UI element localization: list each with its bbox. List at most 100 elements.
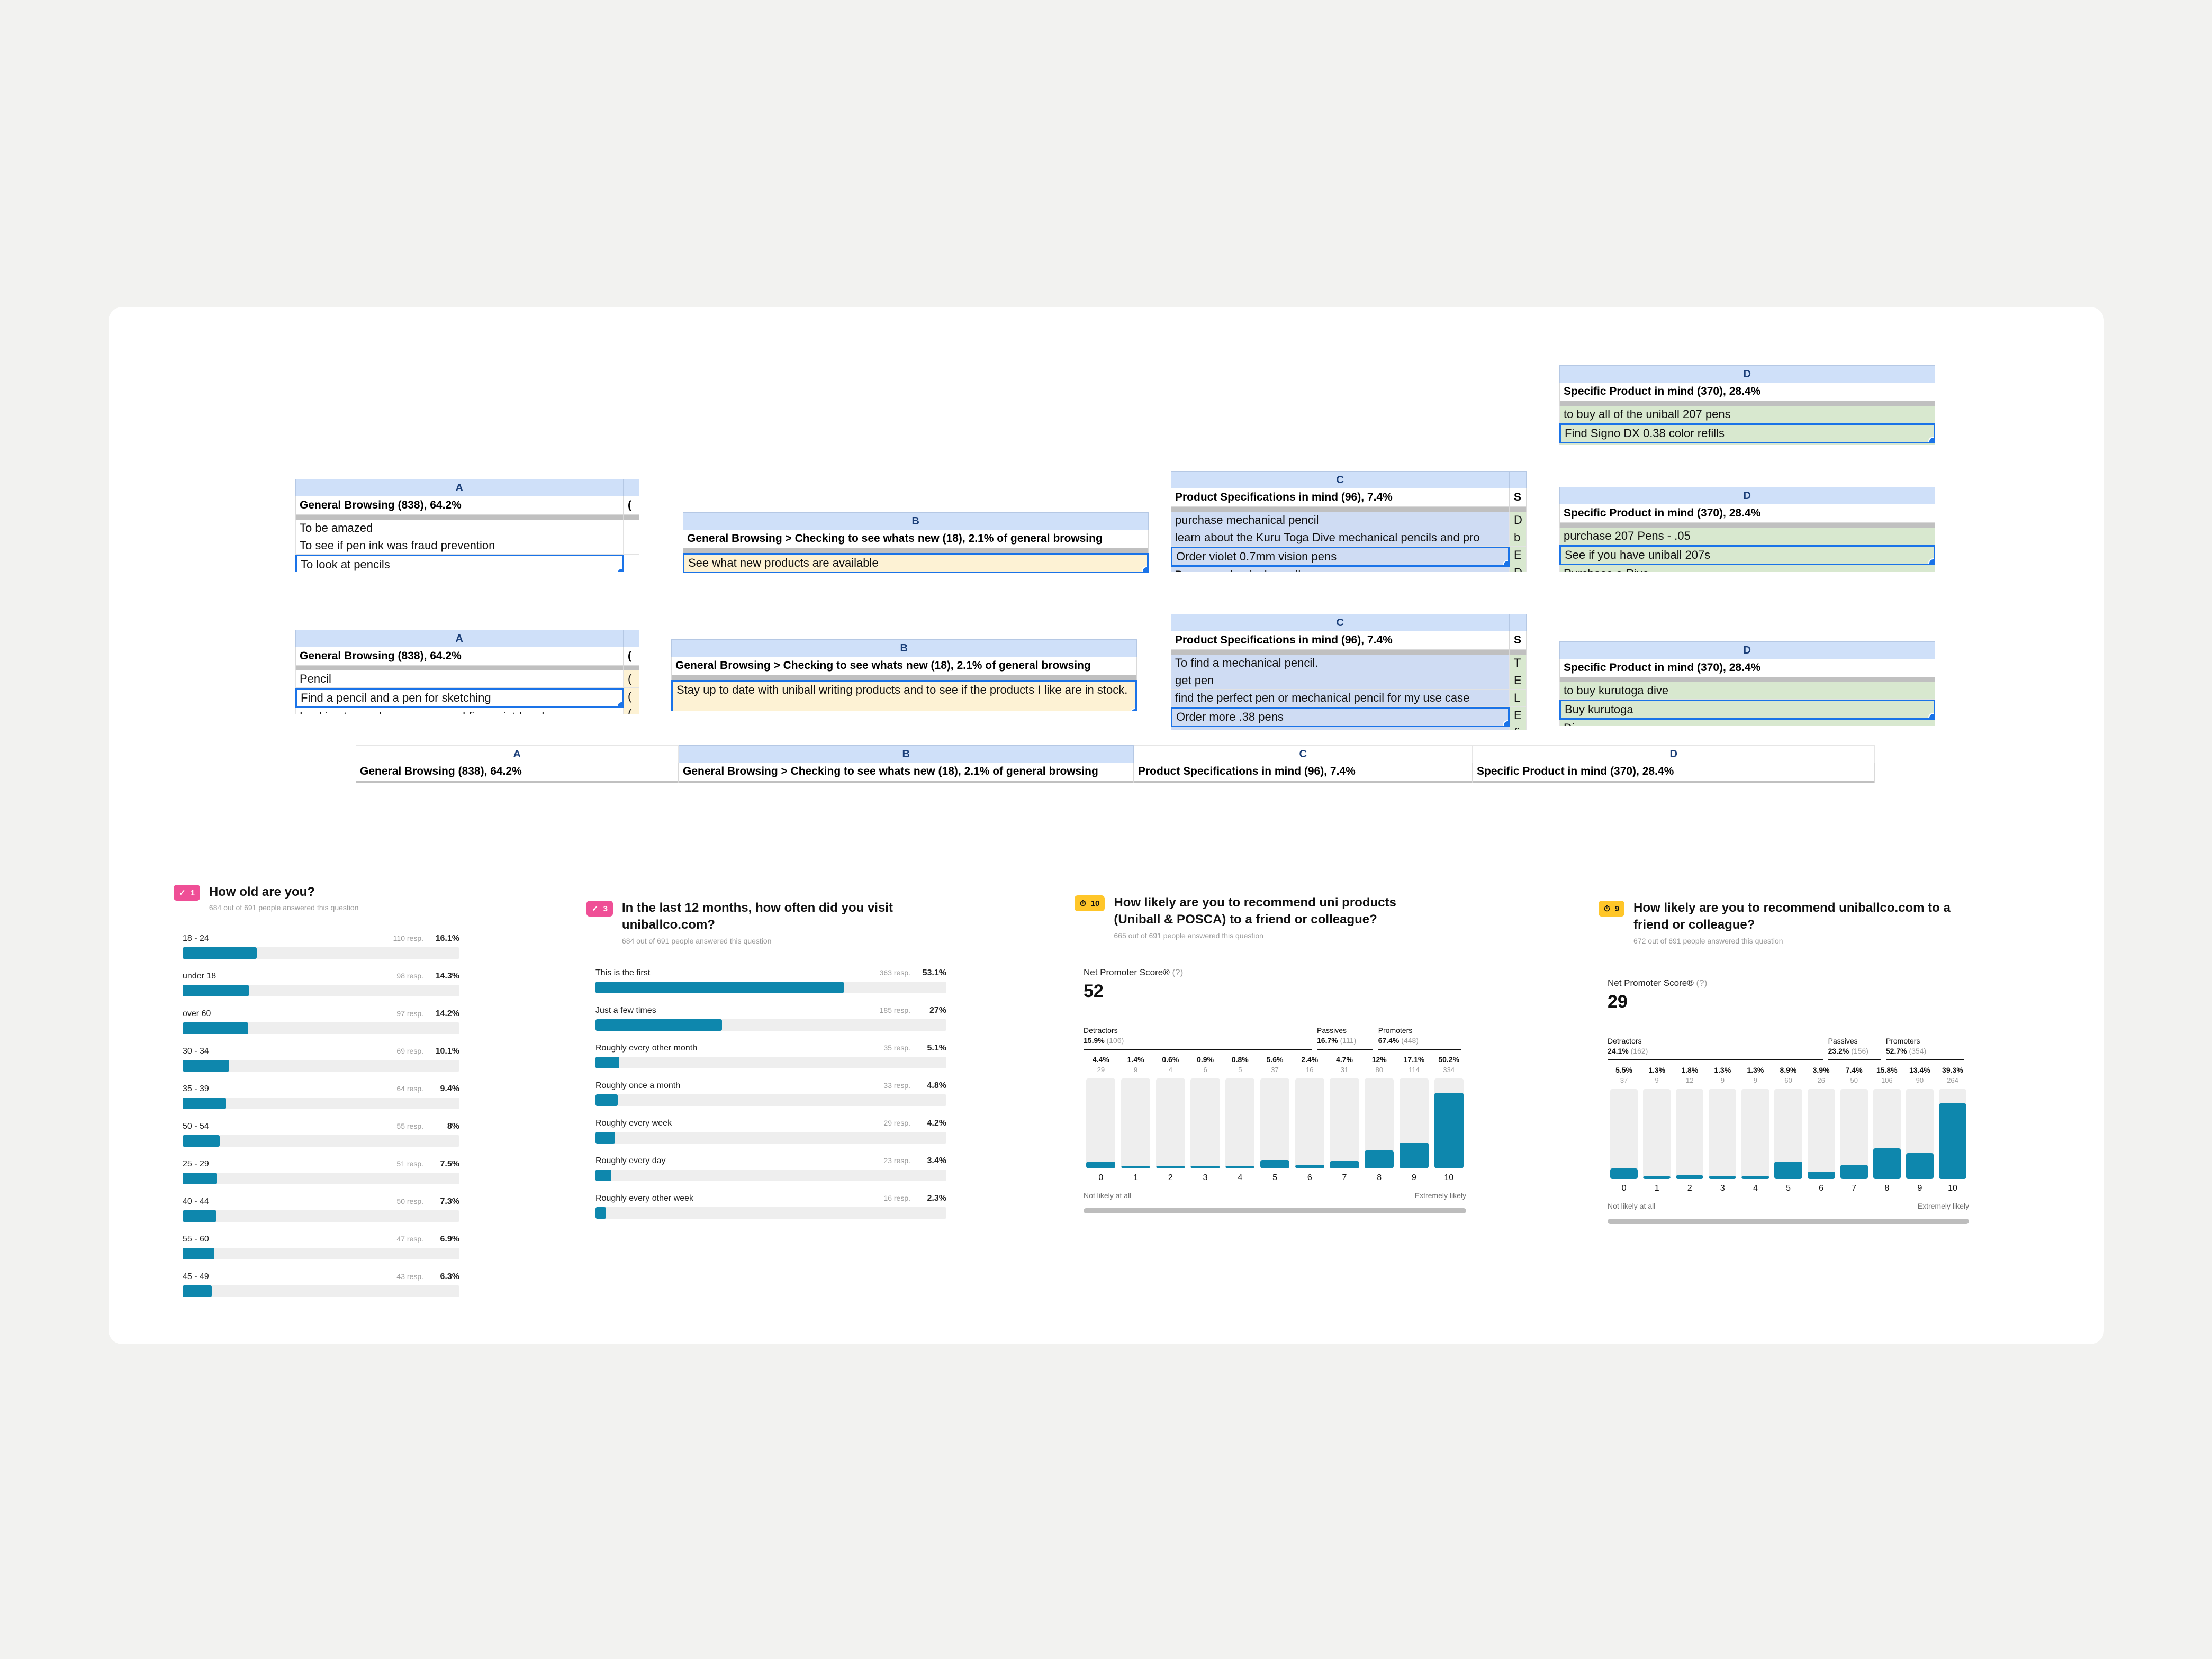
nps-column-fill — [1121, 1166, 1151, 1168]
sheet-cell-selected[interactable]: To look at pencils — [295, 555, 624, 572]
sheet-cell[interactable]: purchase 207 Pens - .05 — [1559, 528, 1935, 545]
nps-column[interactable]: 1.4% 9 1 — [1118, 1055, 1153, 1183]
sheet-cell-selected[interactable]: Buy kurutoga — [1559, 700, 1935, 720]
bar-track — [183, 1135, 459, 1147]
sheet-column-header-bleed — [624, 479, 639, 496]
sheet-title-row: Specific Product in mind (370), 28.4% — [1559, 504, 1935, 523]
sheet-column-header: C — [1134, 745, 1473, 763]
bar-track — [183, 1060, 459, 1072]
nps-column[interactable]: 1.3% 9 4 — [1739, 1066, 1772, 1193]
nps-column[interactable]: 1.3% 9 3 — [1706, 1066, 1739, 1193]
nps-bar-chart: 4.4% 29 0 1.4% 9 1 0.6% 4 2 0.9% 6 3 0.8% 5 4 5.6% 37 5 2.… — [1084, 1055, 1466, 1183]
sheet-card-a-2[interactable]: A General Browsing (838), 64.2% Pencil F… — [295, 630, 624, 714]
sheet-sliver-d[interactable]: D Specific Product in mind (370), 28.4% … — [1473, 745, 1875, 783]
nps-column-track — [1260, 1078, 1290, 1168]
nps-column-fill — [1365, 1150, 1394, 1168]
nps-column[interactable]: 15.8% 106 8 — [1871, 1066, 1903, 1193]
sheet-cell[interactable]: Purchase a Dive — [1559, 565, 1935, 572]
nps-help-icon[interactable]: (?) — [1696, 978, 1707, 988]
nps-column[interactable]: 0.6% 4 2 — [1153, 1055, 1188, 1183]
nps-column[interactable]: 39.3% 264 10 — [1936, 1066, 1969, 1193]
sheet-sliver-a[interactable]: A General Browsing (838), 64.2% Find out… — [356, 745, 679, 783]
bar-row: under 18 98 resp. 14.3% — [183, 972, 459, 997]
nps-column[interactable]: 5.5% 37 0 — [1608, 1066, 1640, 1193]
sheet-cell-selected[interactable]: Find a pencil and a pen for sketching — [295, 688, 624, 708]
sheet-cell-selected[interactable]: Stay up to date with uniball writing pro… — [671, 680, 1137, 711]
sheet-cell[interactable]: get pen — [1171, 672, 1510, 690]
nps-group-name: Detractors — [1084, 1026, 1118, 1035]
bar-category-label: under 18 — [183, 972, 216, 981]
sheet-cell-selected[interactable]: See what new products are available — [683, 553, 1149, 573]
nps-column[interactable]: 1.8% 12 2 — [1673, 1066, 1706, 1193]
sheet-card-d-2[interactable]: D Specific Product in mind (370), 28.4% … — [1559, 641, 1935, 726]
nps-column[interactable]: 2.4% 16 6 — [1292, 1055, 1327, 1183]
sheet-cell[interactable]: To find a mechanical pencil. — [1171, 655, 1510, 672]
bar-label-line: 40 - 44 50 resp. 7.3% — [183, 1197, 459, 1207]
nps-column[interactable]: 1.3% 9 1 — [1640, 1066, 1673, 1193]
nps-group-rule — [1378, 1048, 1461, 1050]
sheet-sliver-c[interactable]: C Product Specifications in mind (96), 7… — [1134, 745, 1473, 783]
sheet-cell-selected[interactable]: Find Signo DX 0.38 color refills — [1559, 423, 1935, 443]
bar-response-count: 33 resp. — [883, 1081, 910, 1090]
sheet-card-c-1[interactable]: C Product Specifications in mind (96), 7… — [1171, 471, 1510, 572]
nps-column-count: 80 — [1375, 1065, 1383, 1074]
nps-column-percent: 4.4% — [1092, 1055, 1109, 1064]
nps-column[interactable]: 4.7% 31 7 — [1327, 1055, 1362, 1183]
sheet-card-d-top[interactable]: D Specific Product in mind (370), 28.4% … — [1559, 365, 1935, 445]
nps-column-fill — [1873, 1148, 1901, 1179]
nps-column[interactable]: 5.6% 37 5 — [1258, 1055, 1293, 1183]
sheet-cell[interactable]: Dive — [1559, 720, 1935, 726]
nps-column[interactable]: 3.9% 26 6 — [1805, 1066, 1838, 1193]
sheet-cell[interactable]: learn about the Kuru Toga Dive mechanica… — [1171, 529, 1510, 547]
sheet-sliver-strip[interactable]: A General Browsing (838), 64.2% Find out… — [356, 745, 1875, 783]
sheet-card-a-1[interactable]: A General Browsing (838), 64.2% To be am… — [295, 479, 624, 572]
sheet-cell[interactable]: Looking to purchase some good fine point… — [295, 708, 624, 714]
sheet-cell[interactable]: Buy a mechanical pencil — [1171, 567, 1510, 572]
nps-column[interactable]: 8.9% 60 5 — [1772, 1066, 1804, 1193]
sheet-cell[interactable]: To see if pen ink was fraud prevention — [295, 537, 624, 555]
sheet-card-d-1[interactable]: D Specific Product in mind (370), 28.4% … — [1559, 487, 1935, 572]
sheet-split-bar — [624, 515, 639, 520]
nps-column[interactable]: 4.4% 29 0 — [1084, 1055, 1118, 1183]
sheet-cell-selected[interactable]: Order more .38 pens — [1171, 707, 1510, 727]
sheet-card-c-2[interactable]: C Product Specifications in mind (96), 7… — [1171, 614, 1510, 730]
bar-category-label: over 60 — [183, 1009, 211, 1019]
question-response-count: 684 out of 691 people answered this ques… — [209, 903, 359, 912]
nps-column[interactable]: 12% 80 8 — [1362, 1055, 1397, 1183]
sheet-cell[interactable]: purchase mechanical pencil — [1171, 512, 1510, 529]
nps-help-icon[interactable]: (?) — [1172, 967, 1183, 977]
sheet-split-bar — [624, 666, 639, 670]
horizontal-scrollbar[interactable] — [1084, 1208, 1466, 1213]
sheet-cell[interactable]: Pencil — [295, 670, 624, 688]
horizontal-scrollbar[interactable] — [1608, 1218, 1969, 1224]
sheet-cell[interactable]: to buy all of the uniball 207 pens — [1559, 406, 1935, 423]
nps-group-detractors: Detractors 15.9% (106) — [1084, 1026, 1317, 1050]
sheet-card-a-1-bleed: ( — [624, 479, 639, 572]
sheet-cell-selected[interactable]: Order violet 0.7mm vision pens — [1171, 547, 1510, 567]
nps-column-score: 10 — [1948, 1183, 1957, 1193]
bar-category-label: Roughly every other month — [595, 1043, 698, 1053]
nps-column[interactable]: 0.8% 5 4 — [1223, 1055, 1258, 1183]
nps-column[interactable]: 7.4% 50 7 — [1838, 1066, 1871, 1193]
nps-column-score: 5 — [1786, 1183, 1791, 1193]
bar-response-count: 35 resp. — [883, 1043, 910, 1052]
sheet-cell-selected[interactable]: See if you have uniball 207s — [1559, 545, 1935, 565]
sheet-cell[interactable]: To be amazed — [295, 520, 624, 537]
sheet-cell[interactable]: Score me some metallic pens! — [1171, 727, 1510, 730]
sheet-cell[interactable]: find the perfect pen or mechanical penci… — [1171, 690, 1510, 707]
nps-column-score: 7 — [1342, 1173, 1347, 1182]
nps-column[interactable]: 13.4% 90 9 — [1903, 1066, 1936, 1193]
nps-column[interactable]: 50.2% 334 10 — [1431, 1055, 1466, 1183]
question-title: In the last 12 months, how often did you… — [621, 901, 893, 932]
nps-group-value: 15.9% (106) — [1084, 1036, 1124, 1045]
sheet-cell[interactable]: to buy kurutoga dive — [1559, 682, 1935, 700]
nps-column-percent: 1.3% — [1648, 1065, 1666, 1074]
bar-response-count: 50 resp. — [396, 1197, 423, 1206]
sheet-cell[interactable]: Waiting for a long time to purchase a ne… — [1559, 443, 1935, 445]
nps-column[interactable]: 0.9% 6 3 — [1188, 1055, 1223, 1183]
sheet-sliver-b[interactable]: B General Browsing > Checking to see wha… — [679, 745, 1134, 783]
sheet-card-b-1[interactable]: B General Browsing > Checking to see wha… — [683, 512, 1149, 573]
nps-column[interactable]: 17.1% 114 9 — [1397, 1055, 1432, 1183]
sheet-card-b-2[interactable]: B General Browsing > Checking to see wha… — [671, 639, 1137, 711]
nps-column-percent: 0.9% — [1197, 1055, 1214, 1064]
